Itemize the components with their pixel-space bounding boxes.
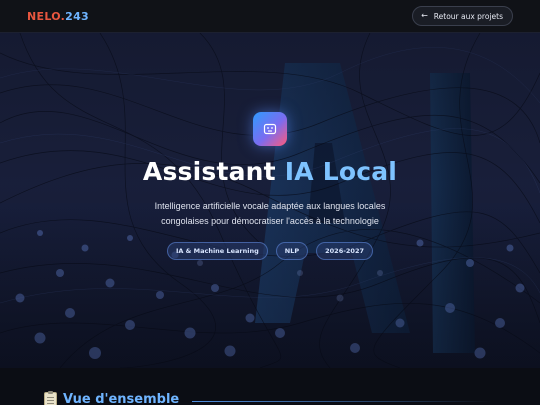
overview-section: Vue d'ensemble — [0, 368, 540, 405]
back-button-label: Retour aux projets — [433, 11, 503, 21]
tag-technology: NLP — [275, 242, 309, 260]
site-logo[interactable]: NELO.243 — [27, 10, 89, 23]
robot-face-icon — [253, 112, 287, 146]
back-to-projects-button[interactable]: ← Retour aux projets — [412, 6, 513, 26]
section-heading: Vue d'ensemble — [44, 391, 180, 405]
arrow-left-icon: ← — [421, 11, 428, 20]
clipboard-icon — [44, 391, 57, 405]
tag-list: IA & Machine Learning NLP 2026-2027 — [0, 242, 540, 260]
hero-banner: Assistant IA Local Intelligence artifici… — [0, 33, 540, 368]
tag-category: IA & Machine Learning — [166, 242, 268, 260]
logo-text-name: NELO. — [27, 9, 66, 23]
title-part-assistant: Assistant — [142, 157, 285, 186]
section-title: Vue d'ensemble — [63, 392, 180, 405]
section-divider — [192, 401, 492, 402]
hero-subtitle: Intelligence artificielle vocale adaptée… — [154, 201, 386, 226]
page-title: Assistant IA Local — [0, 157, 540, 186]
title-part-ia-local: IA Local — [284, 157, 398, 186]
logo-text-code: 243 — [65, 9, 90, 23]
tag-period: 2026-2027 — [316, 242, 374, 260]
top-navigation-bar: NELO.243 ← Retour aux projets — [0, 0, 540, 33]
